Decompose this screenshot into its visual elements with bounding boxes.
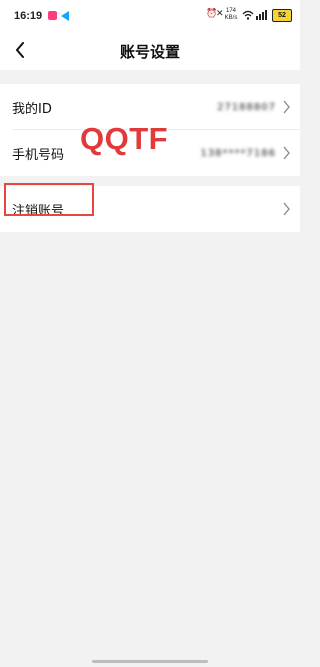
page-title: 账号设置 xyxy=(119,43,180,61)
nav-bar: 账号设置 xyxy=(0,30,300,70)
network-speed: 174 KB/s xyxy=(224,8,238,21)
status-right-group: ⏰ ✕ 174 KB/s 52 xyxy=(206,8,292,22)
signal-icon xyxy=(256,10,267,20)
phone-number-label: 手机号码 xyxy=(12,147,65,163)
my-id-label: 我的ID xyxy=(12,101,52,117)
highlight-box xyxy=(4,183,94,216)
send-icon xyxy=(61,11,69,21)
mute-icon: ✕ xyxy=(216,9,224,19)
status-bar: 16:19 ⏰ ✕ 174 KB/s 52 xyxy=(0,0,300,30)
chevron-right-icon xyxy=(283,202,290,216)
chevron-right-icon xyxy=(283,100,290,114)
chevron-right-icon xyxy=(283,146,290,160)
watermark: QQTF xyxy=(80,121,169,156)
phone-number-value: 138****7186 xyxy=(200,147,276,159)
app-notification-icon xyxy=(48,11,57,20)
my-id-value: 27188807 xyxy=(217,101,276,113)
battery-icon: 52 xyxy=(272,9,292,22)
status-time: 16:19 xyxy=(14,10,43,22)
home-indicator[interactable] xyxy=(92,660,208,663)
wifi-icon xyxy=(242,10,254,20)
